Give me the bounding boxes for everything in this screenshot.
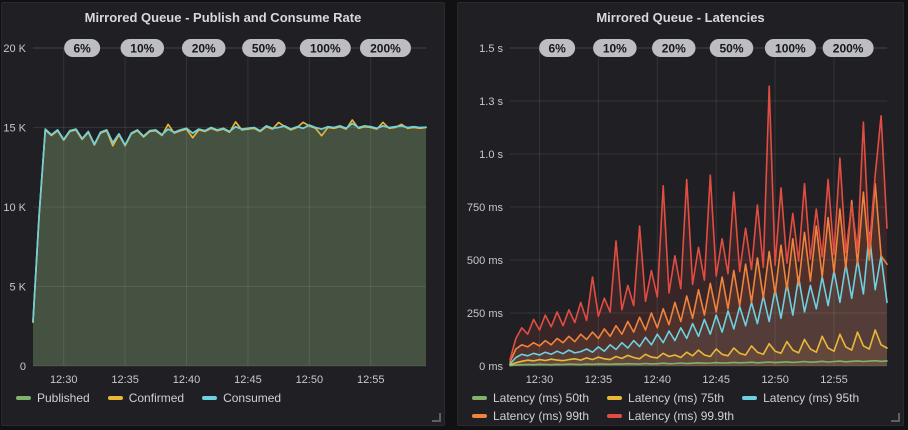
annotation-badge-200[interactable]: 200% bbox=[360, 39, 411, 57]
legend-item-consumed[interactable]: Consumed bbox=[202, 391, 281, 405]
legend-marker bbox=[202, 396, 217, 400]
legend-item-latency-ms-75th[interactable]: Latency (ms) 75th bbox=[607, 391, 724, 405]
y-tick-label: 10 K bbox=[3, 202, 26, 214]
legend-marker bbox=[472, 396, 487, 400]
annotation-badge-label: 20% bbox=[662, 42, 686, 56]
x-tick-label: 12:50 bbox=[296, 374, 324, 386]
legend-label: Latency (ms) 95th bbox=[763, 391, 859, 405]
annotation-badge-label: 200% bbox=[370, 42, 401, 56]
series-fill-latency-ms-99-9th bbox=[510, 86, 887, 366]
annotation-badge-label: 50% bbox=[252, 42, 276, 56]
annotation-badge-20[interactable]: 20% bbox=[182, 39, 226, 57]
legend-marker bbox=[472, 414, 487, 418]
legend-marker bbox=[607, 414, 622, 418]
x-tick-label: 12:45 bbox=[702, 374, 730, 386]
rate-chart-svg: 0 5 K 10 K 15 K 20 K 12:30 12:35 12:40 12:45 12:5… bbox=[2, 27, 444, 387]
annotation-badge-label: 10% bbox=[130, 42, 154, 56]
y-tick-label: 500 ms bbox=[467, 255, 504, 267]
legend-label: Latency (ms) 99.9th bbox=[628, 409, 734, 423]
rate-chart-legend: Published Confirmed Consumed bbox=[2, 391, 444, 405]
series-fill-consumed bbox=[33, 124, 426, 367]
latency-chart-svg: 0 ms 250 ms 500 ms 750 ms 1.0 s 1.3 s 1.5 s 12:… bbox=[458, 27, 903, 387]
legend-item-latency-ms-50th[interactable]: Latency (ms) 50th bbox=[472, 391, 589, 405]
annotation-badge-6[interactable]: 6% bbox=[64, 39, 100, 57]
annotation-badge-label: 6% bbox=[73, 42, 91, 56]
annotation-badge-label: 50% bbox=[719, 42, 743, 56]
x-tick-label: 12:50 bbox=[761, 374, 789, 386]
panel-resize-handle[interactable] bbox=[432, 413, 441, 422]
legend-item-latency-ms-99-9th[interactable]: Latency (ms) 99.9th bbox=[607, 409, 734, 423]
legend-label: Latency (ms) 99th bbox=[493, 409, 589, 423]
panel-resize-handle[interactable] bbox=[891, 413, 900, 422]
annotation-badge-label: 100% bbox=[310, 42, 341, 56]
x-tick-label: 12:35 bbox=[111, 374, 139, 386]
x-tick-label: 12:30 bbox=[526, 374, 554, 386]
legend-item-confirmed[interactable]: Confirmed bbox=[108, 391, 184, 405]
y-tick-label: 5 K bbox=[9, 282, 26, 294]
annotation-badge-label: 20% bbox=[192, 42, 216, 56]
x-tick-label: 12:55 bbox=[820, 374, 848, 386]
panel-latencies: Mirrored Queue - Latencies 0 ms 250 ms 500… bbox=[457, 2, 904, 426]
annotation-badge-20[interactable]: 20% bbox=[652, 39, 696, 57]
annotation-badge-6[interactable]: 6% bbox=[539, 39, 575, 57]
legend-label: Latency (ms) 50th bbox=[493, 391, 589, 405]
annotation-badge-label: 10% bbox=[603, 42, 627, 56]
legend-marker bbox=[607, 396, 622, 400]
annotation-badge-100[interactable]: 100% bbox=[300, 39, 351, 57]
y-tick-label: 750 ms bbox=[467, 202, 504, 214]
annotation-badge-200[interactable]: 200% bbox=[823, 39, 874, 57]
legend-label: Consumed bbox=[223, 391, 281, 405]
panel-title[interactable]: Mirrored Queue - Publish and Consume Rat… bbox=[2, 8, 444, 27]
annotation-badge-label: 6% bbox=[548, 42, 566, 56]
legend-item-latency-ms-99th[interactable]: Latency (ms) 99th bbox=[472, 409, 589, 423]
panel-publish-consume-rate: Mirrored Queue - Publish and Consume Rat… bbox=[1, 2, 445, 426]
legend-label: Confirmed bbox=[129, 391, 184, 405]
y-tick-label: 15 K bbox=[3, 123, 26, 135]
annotation-badge-50[interactable]: 50% bbox=[710, 39, 754, 57]
y-tick-label: 0 bbox=[20, 361, 26, 373]
panel-title[interactable]: Mirrored Queue - Latencies bbox=[458, 8, 903, 27]
series-fills bbox=[33, 120, 426, 366]
y-tick-label: 1.0 s bbox=[479, 149, 503, 161]
annotation-badge-100[interactable]: 100% bbox=[765, 39, 816, 57]
x-tick-label: 12:30 bbox=[50, 374, 78, 386]
y-tick-label: 0 ms bbox=[479, 361, 503, 373]
x-tick-label: 12:55 bbox=[357, 374, 385, 386]
latency-chart-legend: Latency (ms) 50th Latency (ms) 75th Latenc… bbox=[458, 391, 903, 423]
y-tick-label: 1.3 s bbox=[479, 96, 503, 108]
x-tick-label: 12:45 bbox=[234, 374, 262, 386]
dashboard: Mirrored Queue - Publish and Consume Rat… bbox=[0, 0, 908, 428]
x-tick-label: 12:35 bbox=[585, 374, 613, 386]
legend-label: Published bbox=[37, 391, 90, 405]
series-fills bbox=[510, 86, 887, 366]
legend-marker bbox=[742, 396, 757, 400]
legend-label: Latency (ms) 75th bbox=[628, 391, 724, 405]
legend-item-latency-ms-95th[interactable]: Latency (ms) 95th bbox=[742, 391, 859, 405]
annotation-badge-50[interactable]: 50% bbox=[242, 39, 286, 57]
annotation-badge-10[interactable]: 10% bbox=[593, 39, 637, 57]
legend-item-published[interactable]: Published bbox=[16, 391, 90, 405]
y-tick-label: 250 ms bbox=[467, 308, 504, 320]
annotation-badge-label: 200% bbox=[833, 42, 864, 56]
y-tick-label: 20 K bbox=[3, 43, 26, 55]
y-tick-label: 1.5 s bbox=[479, 43, 503, 55]
legend-marker bbox=[108, 396, 123, 400]
x-tick-label: 12:40 bbox=[644, 374, 672, 386]
annotation-badge-10[interactable]: 10% bbox=[121, 39, 165, 57]
legend-marker bbox=[16, 396, 31, 400]
x-tick-label: 12:40 bbox=[173, 374, 201, 386]
annotation-badge-label: 100% bbox=[775, 42, 806, 56]
